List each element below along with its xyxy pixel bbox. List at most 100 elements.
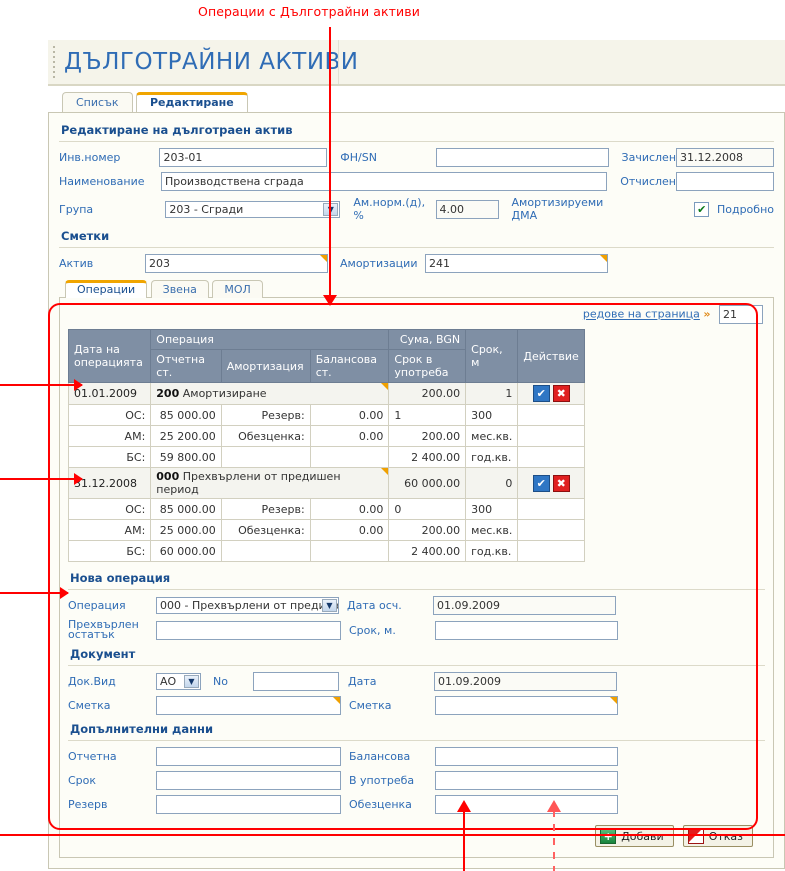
input-rate[interactable]: [435, 199, 499, 219]
inner-tab-zvena[interactable]: Звена: [150, 280, 209, 298]
input-depreciation[interactable]: [425, 254, 608, 273]
label-asset: Актив: [59, 257, 94, 270]
tab-redaktirane[interactable]: Редактиране: [136, 92, 248, 112]
rows-per-page-link[interactable]: редове на страница: [583, 308, 700, 321]
accounts-section-title: Сметки: [61, 229, 110, 243]
detail-label2: Резерв:: [220, 404, 311, 426]
label-name: Наименование: [59, 175, 145, 188]
chevron-down-icon[interactable]: ▼: [322, 599, 337, 612]
table-detail-row: АМ: 25 200.00 Обезценка: 0.00 200.00 мес…: [67, 425, 585, 447]
detail-action: [517, 498, 585, 520]
add-button[interactable]: + Добави: [595, 825, 674, 847]
lookup-triangle-icon[interactable]: [600, 255, 607, 262]
operation-code: 200: [156, 387, 180, 400]
table-row[interactable]: 01.01.2009 200 Амортизиране 200.00 1 ✔ ✖: [67, 382, 585, 405]
delete-icon[interactable]: ✖: [552, 474, 570, 492]
detail-value: 25 000.00: [150, 519, 222, 541]
input-account-right[interactable]: [435, 696, 618, 715]
table-detail-row: АМ: 25 000.00 Обезценка: 0.00 200.00 мес…: [67, 519, 585, 541]
page-header: ДЪЛГОТРАЙНИ АКТИВИ: [48, 40, 785, 86]
input-asset[interactable]: [145, 254, 328, 273]
row-reserve: Резерв Обезценка: [68, 795, 765, 814]
detail-col5: 200.00: [388, 425, 467, 447]
divider-3: [68, 589, 765, 590]
detail-label2: [220, 446, 311, 468]
add-button-label: Добави: [621, 829, 664, 843]
inner-tab-mol[interactable]: МОЛ: [212, 280, 263, 298]
detail-col5: 2 400.00: [388, 446, 467, 468]
input-account-left[interactable]: [156, 696, 341, 715]
select-operation-value: 000 - Прехвърлени от предишен: [160, 599, 338, 612]
lookup-triangle-icon[interactable]: [333, 697, 340, 704]
input-term[interactable]: [435, 620, 618, 640]
detail-value2: 0.00: [309, 498, 390, 520]
detail-label2: Обезценка:: [220, 519, 311, 541]
accept-icon[interactable]: ✔: [532, 385, 550, 402]
tab-spisak[interactable]: Списък: [62, 92, 133, 112]
table-row[interactable]: 31.12.2008 000 Прехвърлени от предишен п…: [67, 467, 585, 499]
rows-per-page-input[interactable]: [719, 305, 763, 324]
th-sum: Сума, BGN: [388, 329, 467, 350]
input-fh-sn[interactable]: [436, 148, 609, 167]
detail-label: БС:: [67, 446, 152, 468]
header-divider: [338, 40, 339, 84]
detail-value: 85 000.00: [150, 404, 222, 426]
input-acc-date[interactable]: [433, 596, 616, 615]
select-operation[interactable]: 000 - Прехвърлени от предишен ▼: [156, 597, 339, 614]
input-in-use[interactable]: [435, 771, 618, 790]
lookup-triangle-icon[interactable]: [381, 468, 389, 475]
cell-term: 0: [465, 467, 519, 499]
input-carried-balance[interactable]: [156, 620, 341, 640]
input-balance[interactable]: [435, 747, 618, 766]
detail-value: 85 000.00: [150, 498, 222, 520]
account-left-field: [156, 696, 341, 715]
annotation-cancel-arrow: [547, 800, 561, 812]
new-operation-title: Нова операция: [70, 571, 171, 585]
cell-operation: 200 Амортизиране: [150, 382, 390, 405]
label-doc-date: Дата: [348, 675, 377, 688]
label-no: No: [213, 675, 228, 688]
detail-action: [517, 519, 585, 541]
input-written-off[interactable]: [676, 172, 774, 191]
select-doc-type[interactable]: АО ▼: [156, 673, 201, 690]
th-in-use: Срок в употреба: [388, 349, 467, 383]
accept-icon[interactable]: ✔: [532, 474, 550, 492]
th-operation: Операция: [150, 329, 390, 350]
cell-action: ✔ ✖: [517, 467, 585, 499]
checkbox-detailed[interactable]: ✔: [694, 201, 709, 217]
lookup-triangle-icon[interactable]: [610, 697, 617, 704]
input-reported[interactable]: [156, 747, 341, 766]
cell-operation: 000 Прехвърлени от предишен период: [150, 467, 390, 499]
input-inv-number[interactable]: [159, 148, 328, 167]
input-reserve[interactable]: [156, 795, 341, 814]
input-doc-date[interactable]: [434, 672, 617, 691]
row-inv-number: Инв.номер ФН/SN Зачислен: [59, 148, 775, 167]
chevron-down-icon[interactable]: ▼: [184, 675, 199, 688]
th-reported: Отчетна ст.: [150, 349, 222, 383]
detail-label2: [220, 540, 311, 562]
row-doc-accounts: Сметка Сметка: [68, 696, 765, 715]
label-fh-sn: ФН/SN: [340, 151, 377, 164]
label-inv-number: Инв.номер: [59, 151, 121, 164]
input-enrolled[interactable]: [676, 148, 775, 167]
detail-col5: 2 400.00: [388, 540, 467, 562]
cancel-button[interactable]: Отказ: [682, 825, 753, 847]
divider-4: [68, 665, 765, 666]
input-no[interactable]: [253, 672, 339, 691]
cell-sum: 200.00: [388, 382, 467, 405]
delete-icon[interactable]: ✖: [552, 385, 570, 402]
detail-value2: [309, 540, 390, 562]
label-group: Група: [59, 202, 94, 216]
inner-tabbar: Операции Звена МОЛ: [59, 279, 774, 298]
lookup-triangle-icon[interactable]: [381, 383, 389, 390]
inner-tab-operacii[interactable]: Операции: [65, 280, 148, 298]
lookup-triangle-icon[interactable]: [320, 255, 327, 262]
detail-value2: [309, 446, 390, 468]
edit-panel: Редактиране на дълготраен актив Инв.номе…: [48, 112, 785, 869]
select-group[interactable]: 203 - Сгради ▼: [165, 200, 341, 218]
th-balance: Балансова ст.: [309, 349, 390, 383]
input-extra-term[interactable]: [156, 771, 341, 790]
input-name[interactable]: [160, 172, 608, 191]
label-depreciation: Амортизации: [340, 257, 418, 270]
detail-value2: 0.00: [309, 404, 390, 426]
